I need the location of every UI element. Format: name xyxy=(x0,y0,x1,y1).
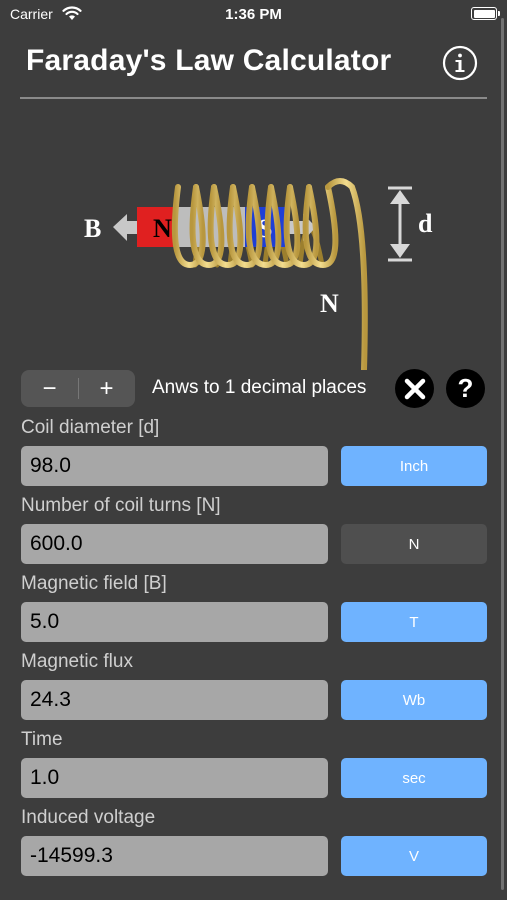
magnetic-field-input[interactable]: 5.0 xyxy=(21,602,328,642)
induced-voltage-input[interactable]: -14599.3 xyxy=(21,836,328,876)
coil-turns-label: Number of coil turns [N] xyxy=(21,495,221,516)
faraday-coil-diagram: N S d B N xyxy=(84,178,433,370)
increase-decimals-button[interactable]: + xyxy=(78,370,135,407)
status-bar: Carrier 1:36 PM xyxy=(0,0,507,30)
magnetic-flux-label: Magnetic flux xyxy=(21,651,133,672)
magnet-n-label: N xyxy=(153,214,172,243)
info-circle-icon[interactable] xyxy=(442,45,478,81)
time-input[interactable]: 1.0 xyxy=(21,758,328,798)
close-x-icon xyxy=(404,378,425,399)
time-label: Time xyxy=(21,729,63,750)
induced-voltage-unit-button[interactable]: V xyxy=(341,836,487,876)
coil-turns-input[interactable]: 600.0 xyxy=(21,524,328,564)
diameter-indicator xyxy=(388,186,412,262)
diagram-d-label: d xyxy=(418,209,433,238)
induced-voltage-label: Induced voltage xyxy=(21,807,156,828)
decimal-stepper: − + xyxy=(21,370,135,407)
decrease-decimals-button[interactable]: − xyxy=(21,370,78,407)
time-unit-button[interactable]: sec xyxy=(341,758,487,798)
magnetic-flux-input[interactable]: 24.3 xyxy=(21,680,328,720)
coil-diameter-input[interactable]: 98.0 xyxy=(21,446,328,486)
coil-turns-unit-button: N xyxy=(341,524,487,564)
magnetic-field-label: Magnetic field [B] xyxy=(21,573,167,594)
coil-diameter-label: Coil diameter [d] xyxy=(21,417,160,438)
diagram-n-label: N xyxy=(320,289,339,318)
help-button[interactable]: ? xyxy=(446,369,485,408)
diagram-b-label: B xyxy=(84,214,101,243)
scroll-indicator[interactable] xyxy=(501,18,504,890)
battery-icon xyxy=(471,7,500,20)
magnetic-field-unit-button[interactable]: T xyxy=(341,602,487,642)
magnetic-flux-unit-button[interactable]: Wb xyxy=(341,680,487,720)
page-title: Faraday's Law Calculator xyxy=(26,44,392,77)
coil-diameter-unit-button[interactable]: Inch xyxy=(341,446,487,486)
status-time: 1:36 PM xyxy=(225,6,282,23)
clear-button[interactable] xyxy=(395,369,434,408)
header-divider xyxy=(20,97,487,99)
precision-label: Anws to 1 decimal places xyxy=(152,377,367,398)
